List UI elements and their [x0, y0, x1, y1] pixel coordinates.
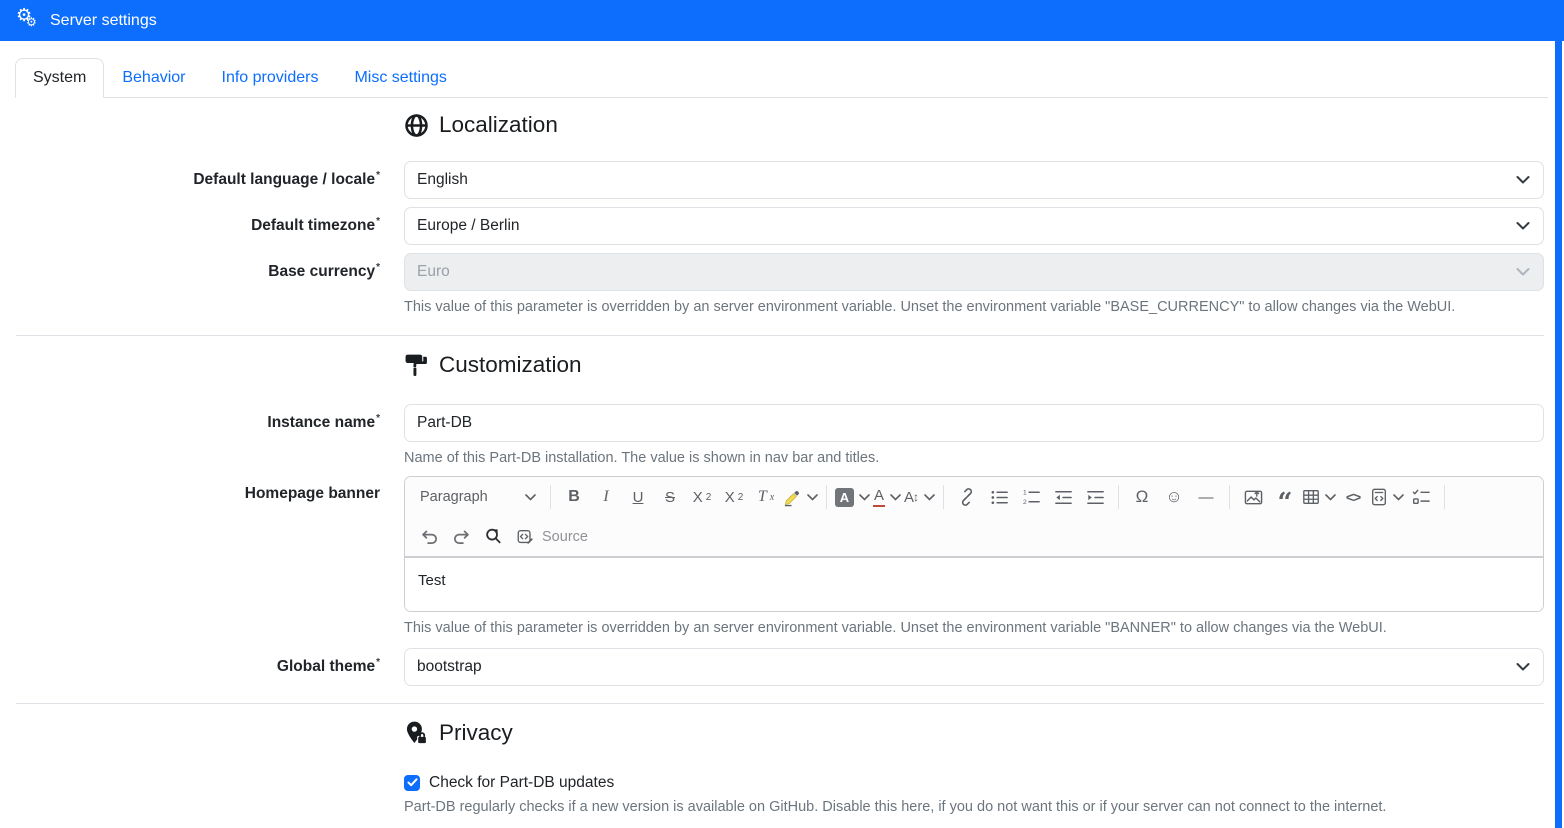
settings-tabs: System Behavior Info providers Misc sett… — [15, 58, 1548, 98]
homepage-banner-help: This value of this parameter is overridd… — [404, 619, 1544, 639]
link-button[interactable] — [952, 482, 982, 512]
outdent-button[interactable] — [1048, 482, 1078, 512]
global-theme-label: Global theme* — [16, 648, 380, 686]
underline-button[interactable]: U — [623, 482, 653, 512]
numbered-list-button[interactable]: 1 2 — [1016, 482, 1046, 512]
customization-section-heading: Customization — [404, 352, 1544, 378]
insert-image-button[interactable] — [1238, 482, 1268, 512]
subscript-button[interactable]: X2 — [687, 482, 717, 512]
font-size-icon: A↕ — [904, 489, 919, 506]
tab-info-providers[interactable]: Info providers — [204, 58, 337, 98]
default-timezone-label: Default timezone* — [16, 207, 380, 245]
toolbar-separator — [943, 485, 944, 509]
toolbar-separator — [826, 485, 827, 509]
superscript-button[interactable]: X2 — [719, 482, 749, 512]
svg-text:2: 2 — [1022, 499, 1026, 506]
required-asterisk: * — [376, 216, 380, 227]
chevron-down-icon — [1325, 494, 1336, 501]
base-currency-select: Euro — [404, 253, 1544, 291]
localization-section-heading: Localization — [404, 112, 1544, 138]
required-asterisk: * — [376, 657, 380, 668]
indent-button[interactable] — [1080, 482, 1110, 512]
homepage-banner-label: Homepage banner — [16, 476, 380, 639]
chevron-down-icon — [1516, 176, 1530, 185]
highlight-button[interactable] — [783, 482, 818, 512]
map-pin-lock-icon — [404, 720, 429, 745]
base-currency-help: This value of this parameter is overridd… — [404, 298, 1544, 318]
toolbar-separator — [1118, 485, 1119, 509]
tab-system[interactable]: System — [15, 58, 104, 98]
editor-content[interactable]: Test — [405, 557, 1543, 611]
privacy-section-heading: Privacy — [404, 720, 1544, 746]
rich-text-editor: Paragraph B I U S X2 X2 Tx — [404, 476, 1544, 612]
block-quote-button[interactable]: “ — [1270, 482, 1300, 512]
globe-icon — [404, 113, 429, 138]
find-and-replace-button[interactable] — [478, 522, 508, 552]
update-check-checkbox[interactable] — [404, 775, 420, 791]
gears-icon: ⚙⚙ — [16, 9, 40, 33]
paragraph-style-dropdown[interactable]: Paragraph — [414, 482, 542, 512]
required-asterisk: * — [376, 262, 380, 273]
redo-button[interactable] — [446, 522, 476, 552]
special-characters-button[interactable]: Ω — [1127, 482, 1157, 512]
update-check-label[interactable]: Check for Part-DB updates — [429, 774, 614, 792]
titlebar: ⚙⚙ Server settings — [0, 0, 1564, 41]
page-title: Server settings — [50, 12, 157, 30]
instance-name-label: Instance name* — [16, 404, 380, 469]
code-block-button[interactable] — [1370, 482, 1404, 512]
font-background-color-button[interactable]: A — [835, 482, 870, 512]
emoji-button[interactable]: ☺ — [1159, 482, 1189, 512]
required-asterisk: * — [376, 170, 380, 181]
instance-name-help: Name of this Part-DB installation. The v… — [404, 449, 1544, 469]
marker-pen-icon — [783, 488, 802, 507]
horizontal-line-button[interactable]: — — [1191, 482, 1221, 512]
source-label: Source — [542, 529, 588, 545]
bulleted-list-button[interactable] — [984, 482, 1014, 512]
insert-table-button[interactable] — [1302, 482, 1336, 512]
chevron-down-icon — [807, 494, 818, 501]
strikethrough-button[interactable]: S — [655, 482, 685, 512]
toolbar-separator — [1229, 485, 1230, 509]
chevron-down-icon — [924, 494, 935, 501]
instance-name-input[interactable]: Part-DB — [404, 404, 1544, 442]
chevron-down-icon — [525, 494, 536, 501]
chevron-down-icon — [890, 494, 901, 501]
default-language-label: Default language / locale* — [16, 161, 380, 199]
font-background-icon: A — [835, 488, 854, 507]
chevron-down-icon — [859, 494, 870, 501]
base-currency-label: Base currency* — [16, 253, 380, 318]
undo-button[interactable] — [414, 522, 444, 552]
toolbar-separator — [1444, 485, 1445, 509]
right-edge-strip — [1555, 0, 1562, 828]
code-button[interactable]: <> — [1338, 482, 1368, 512]
tab-misc-settings[interactable]: Misc settings — [336, 58, 464, 98]
bold-button[interactable]: B — [559, 482, 589, 512]
global-theme-select[interactable]: bootstrap — [404, 648, 1544, 686]
chevron-down-icon — [1516, 268, 1530, 277]
italic-button[interactable]: I — [591, 482, 621, 512]
paint-roller-icon — [404, 352, 429, 377]
editor-toolbar-row2: Source — [405, 517, 1543, 557]
required-asterisk: * — [376, 413, 380, 424]
todo-list-button[interactable] — [1406, 482, 1436, 512]
toolbar-separator — [550, 485, 551, 509]
font-size-button[interactable]: A↕ — [904, 482, 935, 512]
svg-text:1: 1 — [1022, 489, 1026, 496]
section-divider — [16, 335, 1544, 336]
font-color-button[interactable]: A — [872, 482, 902, 512]
source-editing-button[interactable]: Source — [510, 522, 594, 552]
tab-behavior[interactable]: Behavior — [104, 58, 203, 98]
chevron-down-icon — [1393, 494, 1404, 501]
default-timezone-select[interactable]: Europe / Berlin — [404, 207, 1544, 245]
font-color-icon: A — [873, 487, 885, 507]
update-check-help: Part-DB regularly checks if a new versio… — [404, 799, 1544, 815]
default-language-select[interactable]: English — [404, 161, 1544, 199]
remove-format-button[interactable]: Tx — [751, 482, 781, 512]
editor-toolbar-row1: Paragraph B I U S X2 X2 Tx — [405, 477, 1543, 517]
chevron-down-icon — [1516, 222, 1530, 231]
section-divider — [16, 703, 1544, 704]
chevron-down-icon — [1516, 662, 1530, 671]
